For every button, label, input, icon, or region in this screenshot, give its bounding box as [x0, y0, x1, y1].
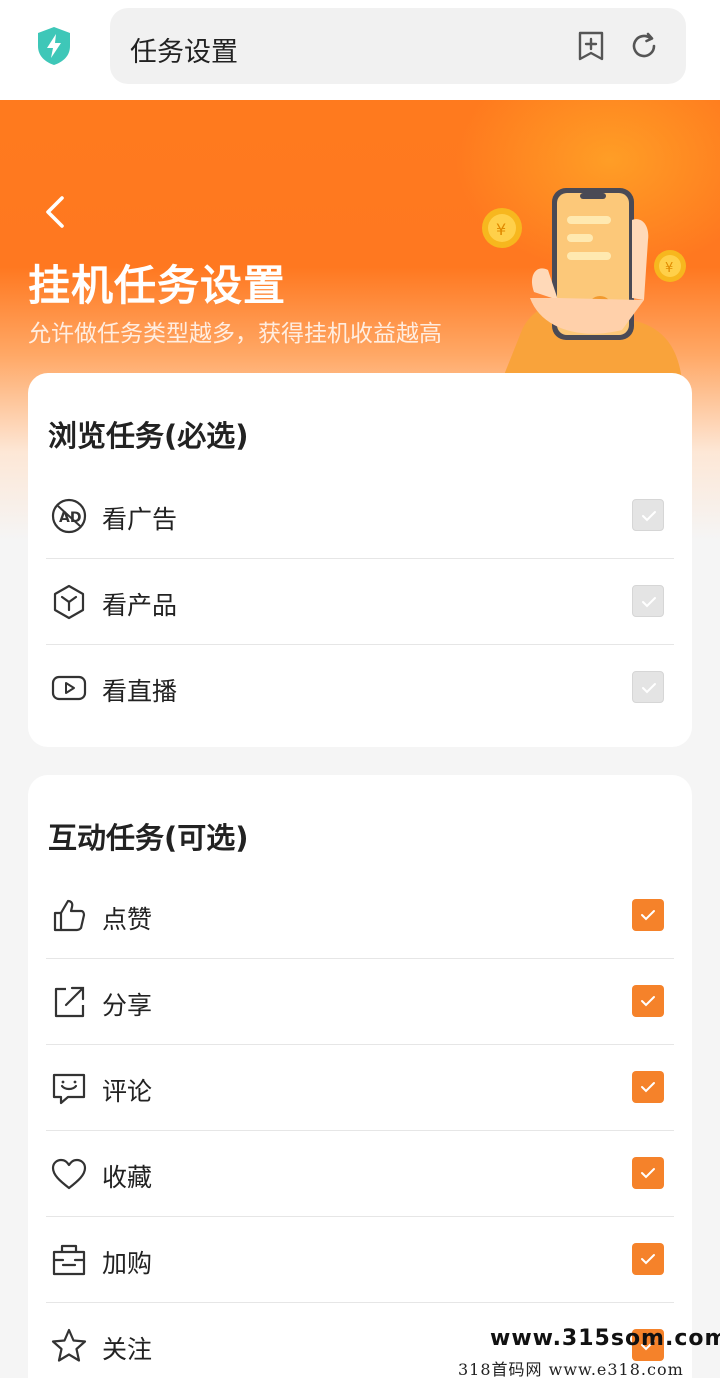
ad-icon: AD — [51, 498, 87, 534]
list-item[interactable]: 评论 — [46, 1045, 674, 1131]
shield-icon[interactable] — [36, 26, 72, 66]
task-checkbox[interactable] — [632, 1157, 664, 1189]
task-label: 关注 — [102, 1335, 153, 1364]
interact-tasks-card: 互动任务(可选) 点赞 分享 评论 收藏 加购 关注 — [28, 775, 692, 1378]
task-checkbox[interactable] — [632, 1071, 664, 1103]
list-item: 看直播 — [46, 645, 674, 731]
cube-icon — [53, 584, 85, 620]
task-checkbox[interactable] — [632, 985, 664, 1017]
task-checkbox[interactable] — [632, 671, 664, 703]
thumbs-up-icon — [53, 899, 86, 932]
watermark-line-2: 318首码网 www.e318.com — [458, 1360, 684, 1378]
list-item[interactable]: 加购 — [46, 1217, 674, 1303]
list-item[interactable]: 分享 — [46, 959, 674, 1045]
comment-icon — [52, 1073, 86, 1105]
task-label: 加购 — [102, 1249, 153, 1278]
watermark-line-1: www.315som.com — [490, 1326, 720, 1351]
task-checkbox[interactable] — [632, 1243, 664, 1275]
task-label: 看广告 — [102, 505, 178, 534]
interact-section-title: 互动任务(可选) — [48, 821, 249, 855]
bookmark-add-icon[interactable] — [576, 30, 606, 62]
refresh-icon[interactable] — [628, 30, 660, 62]
list-item[interactable]: 点赞 — [46, 873, 674, 959]
task-checkbox[interactable] — [632, 585, 664, 617]
back-arrow-icon[interactable] — [40, 192, 70, 232]
task-checkbox[interactable] — [632, 499, 664, 531]
cart-bag-icon — [52, 1244, 86, 1276]
star-icon — [51, 1328, 87, 1362]
list-item[interactable]: 收藏 — [46, 1131, 674, 1217]
browser-toolbar: 任务设置 — [0, 0, 720, 100]
task-label: 点赞 — [102, 905, 153, 934]
address-bar[interactable]: 任务设置 — [110, 8, 686, 84]
heart-icon — [51, 1158, 87, 1190]
task-label: 收藏 — [102, 1163, 153, 1192]
svg-text:AD: AD — [59, 510, 81, 526]
task-label: 分享 — [102, 991, 153, 1020]
hero-subtitle: 允许做任务类型越多，获得挂机收益越高 — [28, 321, 442, 347]
list-item: 看产品 — [46, 559, 674, 645]
svg-text:¥: ¥ — [496, 220, 506, 239]
share-icon — [54, 986, 85, 1018]
hero-title: 挂机任务设置 — [28, 261, 287, 310]
browse-section-title: 浏览任务(必选) — [48, 419, 249, 453]
task-checkbox[interactable] — [632, 899, 664, 931]
task-label: 看直播 — [102, 677, 178, 706]
svg-text:¥: ¥ — [665, 261, 673, 276]
list-item: AD 看广告 — [46, 473, 674, 559]
browse-tasks-card: 浏览任务(必选) AD 看广告 看产品 看直播 — [28, 373, 692, 747]
task-label: 看产品 — [102, 591, 178, 620]
play-icon — [51, 675, 87, 701]
phone-illustration-icon: ¥ ¥ — [482, 188, 686, 380]
page-title-text[interactable]: 任务设置 — [130, 30, 238, 69]
task-label: 评论 — [102, 1077, 153, 1106]
